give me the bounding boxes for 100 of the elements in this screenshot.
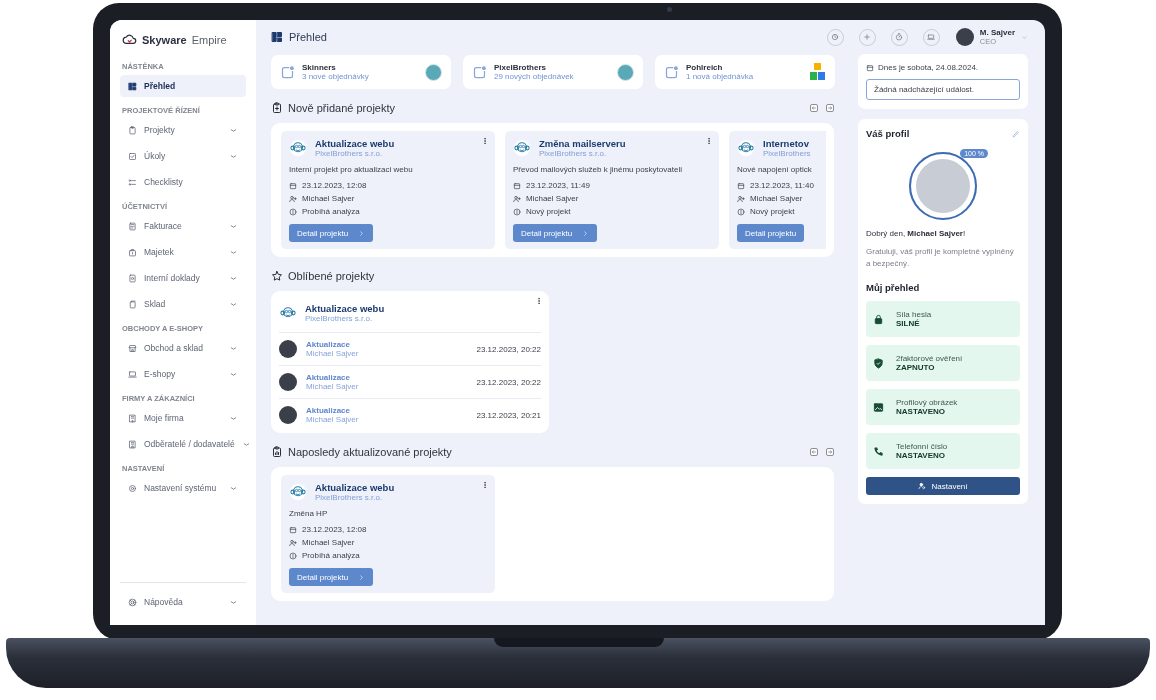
status-value: NASTAVENO [896, 407, 947, 416]
info-icon [289, 551, 297, 560]
laptop-icon [128, 369, 137, 379]
info-icon [737, 207, 745, 216]
nav-item[interactable]: Majetek [120, 241, 246, 263]
project-description: Nové napojení optick [737, 165, 813, 174]
status-label: 2faktorové ověření [896, 354, 963, 363]
monkey-logo-icon [513, 139, 531, 157]
previous-button[interactable] [810, 104, 818, 112]
more-icon[interactable] [481, 137, 489, 145]
entry-title[interactable]: Aktualizace [306, 373, 468, 382]
user-settings-icon [918, 482, 927, 490]
settings-icon [128, 483, 137, 493]
status-label: Síla hesla [896, 310, 932, 319]
detail-button[interactable]: Detail projektu [737, 224, 805, 242]
clock-icon [831, 33, 840, 41]
nav-item[interactable]: Projekty [120, 119, 246, 141]
entry-title[interactable]: Aktualizace [306, 406, 468, 415]
arrow-right-icon [827, 449, 833, 455]
more-icon[interactable] [705, 137, 713, 145]
page-title: Přehled [289, 31, 327, 43]
project-date: 23.12.2023, 11:40 [750, 181, 814, 190]
project-date: 23.12.2023, 11:49 [526, 181, 590, 190]
nav-item[interactable]: Interní doklady [120, 267, 246, 289]
nav-item[interactable]: Sklad [120, 293, 246, 315]
info-icon [513, 207, 521, 216]
project-title: Aktualizace webu [305, 303, 385, 314]
project-status: Probíhá analýza [302, 207, 360, 216]
nav-item[interactable]: Přehled [120, 75, 246, 97]
overview-title: Můj přehled [866, 282, 921, 293]
more-icon[interactable] [535, 297, 543, 305]
order-count: 1 nová objednávka [686, 72, 755, 81]
project-owner: Michael Sajver [526, 194, 579, 203]
nav-item[interactable]: E-shopy [120, 363, 246, 385]
project-title: Aktualizace webu [315, 482, 395, 493]
nav-item[interactable]: Fakturace [120, 215, 246, 237]
cloud-logo-icon [122, 32, 137, 47]
project-description: Interní projekt pro aktualizaci webu [289, 165, 414, 174]
shop-card[interactable]: PixelBrothers 29 nových objednávek [463, 55, 643, 89]
detail-button[interactable]: Detail projektu [289, 568, 374, 586]
company-name: PixelBrothers [763, 149, 811, 158]
entry-title[interactable]: Aktualizace [306, 340, 468, 349]
person-add-icon [513, 194, 521, 203]
laptop-icon [927, 33, 936, 41]
help-item[interactable]: Nápověda [120, 591, 246, 613]
project-status: Nový projekt [526, 207, 571, 216]
calendar-icon [737, 181, 745, 190]
monkey-logo-icon [289, 483, 307, 501]
user-name: M. Sajver [979, 28, 1015, 37]
detail-button[interactable]: Detail projektu [513, 224, 598, 242]
avatar-photo-placeholder [279, 373, 297, 391]
project-description: Změna HP [289, 509, 329, 518]
arrow-left-icon [811, 105, 817, 111]
building-icon [128, 413, 137, 423]
shield-icon [873, 357, 884, 369]
order-count: 29 nových objednávek [494, 72, 575, 81]
status-value: NASTAVENO [896, 451, 947, 460]
round-logo-icon [617, 63, 634, 81]
entry-time: 23.12.2023, 20:22 [476, 377, 541, 387]
next-button[interactable] [826, 448, 834, 456]
project-date: 23.12.2023, 12:08 [302, 525, 367, 534]
company-name: PixelBrothers s.r.o. [315, 149, 384, 158]
clipboard-chart-icon [271, 446, 283, 458]
nav-item[interactable]: Checklisty [120, 171, 246, 193]
lock-icon [873, 313, 884, 325]
shop-card[interactable]: Skinners 3 nové objednávky [271, 55, 451, 89]
shop-name: Skinners [302, 63, 337, 72]
calendar-icon [513, 181, 521, 190]
events-box: Žádná nadcházející událost. [866, 79, 1020, 100]
shop-name: Pohlreich [686, 63, 724, 72]
info-icon [289, 207, 297, 216]
person-add-icon [289, 194, 297, 203]
section-title: Oblíbené projekty [288, 270, 376, 282]
detail-button[interactable]: Detail projektu [289, 224, 374, 242]
more-icon[interactable] [481, 481, 489, 489]
calendar-icon [289, 525, 297, 534]
nav-item[interactable]: Moje firma [120, 407, 246, 429]
shop-card[interactable]: Pohlreich 1 nová objednávka [655, 55, 835, 89]
nav-item[interactable]: Nastavení systému [120, 477, 246, 499]
notification-icon [472, 64, 487, 80]
nav-item[interactable]: Obchod a sklad [120, 337, 246, 359]
project-description: Převod mailových služeb k jinému poskytovateli [513, 165, 683, 174]
plus-icon [863, 33, 872, 41]
calculator-icon [128, 221, 137, 231]
greeting-text: Dobrý den, Michael Sajver! [866, 229, 967, 238]
clipboard-icon [128, 125, 137, 135]
edit-icon[interactable] [1012, 129, 1020, 138]
entry-author: Michael Sajver [306, 415, 360, 424]
arrow-right-icon [827, 105, 833, 111]
previous-button[interactable] [810, 448, 818, 456]
nav-item[interactable]: Odběratelé / dodavatelé [120, 433, 246, 455]
calendar-icon [866, 63, 874, 72]
nav-item[interactable]: Úkoly [120, 145, 246, 167]
grid-icon [128, 81, 137, 91]
settings-button[interactable]: Nastavení [866, 477, 1020, 495]
next-button[interactable] [826, 104, 834, 112]
clipboard-plus-icon [271, 102, 283, 114]
project-title: Internetov [763, 138, 810, 149]
project-title: Aktualizace webu [315, 138, 395, 149]
profile-message: Gratuluji, váš profil je kompletně vyplněný a bezpečný. [866, 246, 1015, 270]
